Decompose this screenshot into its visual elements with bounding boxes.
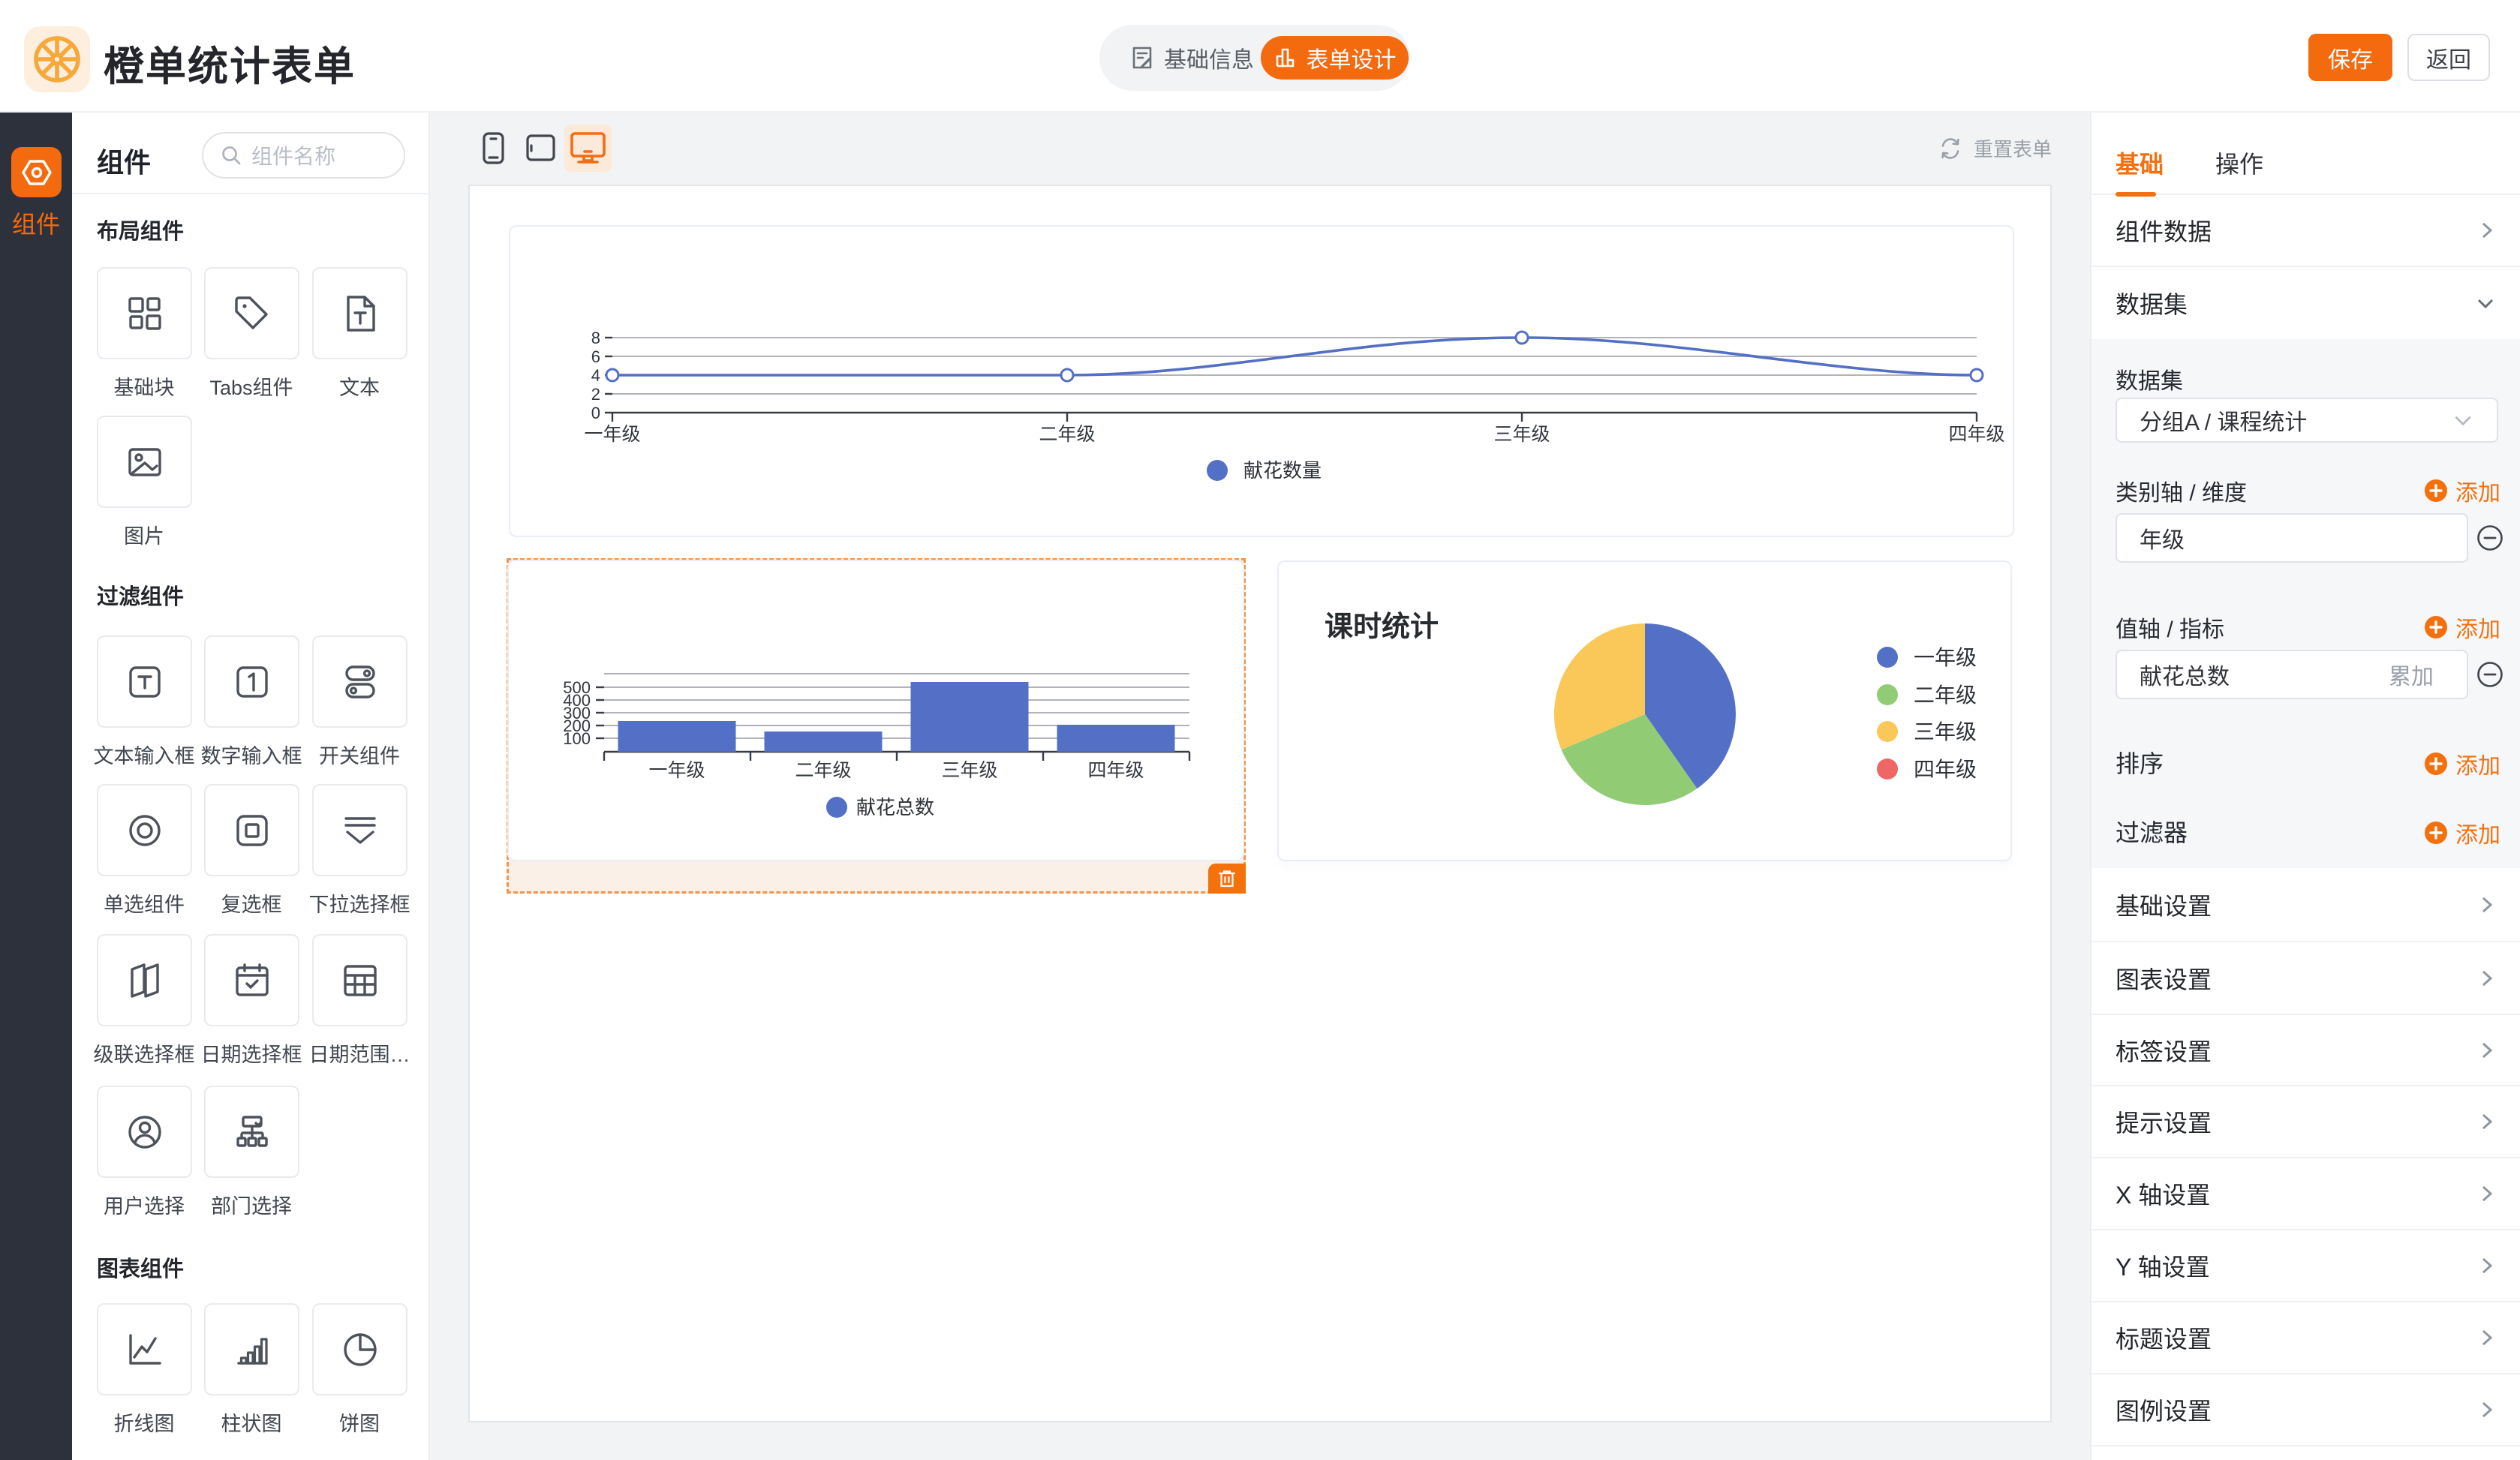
svg-text:三年级: 三年级 <box>1493 424 1550 445</box>
svg-text:献花数量: 献花数量 <box>1243 459 1322 482</box>
svg-text:二年级: 二年级 <box>1914 683 1977 707</box>
svg-text:四年级: 四年级 <box>1914 758 1977 781</box>
svg-text:100: 100 <box>563 729 591 748</box>
svg-text:一年级: 一年级 <box>1914 646 1977 669</box>
svg-text:4: 4 <box>591 366 600 385</box>
svg-text:6: 6 <box>591 347 600 366</box>
svg-text:0: 0 <box>591 404 600 422</box>
svg-text:二年级: 二年级 <box>795 760 851 781</box>
svg-text:8: 8 <box>591 329 600 347</box>
svg-text:2: 2 <box>591 385 600 404</box>
svg-text:二年级: 二年级 <box>1039 424 1095 445</box>
svg-text:四年级: 四年级 <box>1087 760 1144 781</box>
svg-text:三年级: 三年级 <box>941 760 997 781</box>
svg-text:一年级: 一年级 <box>584 424 640 445</box>
svg-text:献花总数: 献花总数 <box>856 796 934 819</box>
svg-text:四年级: 四年级 <box>1948 424 2004 445</box>
svg-text:一年级: 一年级 <box>648 760 705 781</box>
svg-text:三年级: 三年级 <box>1914 720 1977 744</box>
